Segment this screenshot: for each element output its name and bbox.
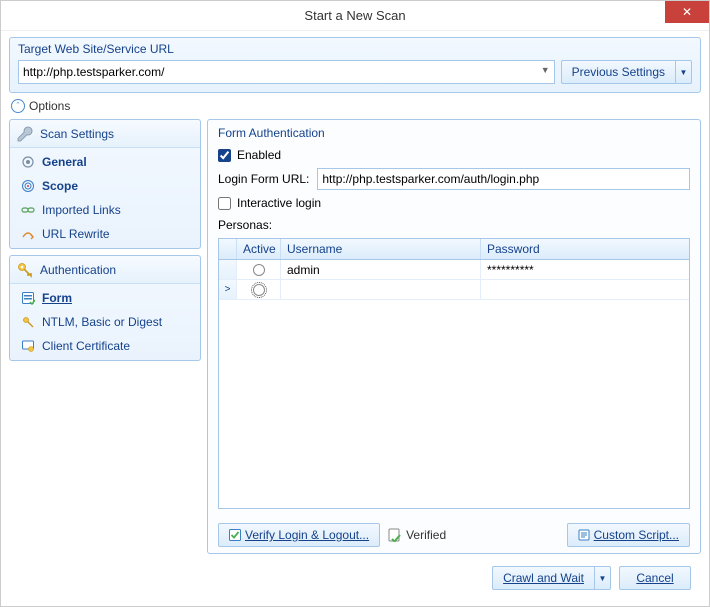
grid-empty-area: [219, 300, 689, 508]
target-label: Target Web Site/Service URL: [10, 38, 700, 60]
crawl-dropdown[interactable]: ▼: [595, 566, 611, 590]
authentication-header: Authentication: [10, 256, 200, 284]
sidebar-item-label: URL Rewrite: [42, 227, 110, 241]
sidebar-item-imported-links[interactable]: Imported Links: [10, 198, 200, 222]
options-toggle[interactable]: ˆ Options: [9, 97, 701, 115]
verified-icon: [388, 528, 402, 542]
verify-login-label: Verify Login & Logout...: [245, 528, 369, 542]
scan-settings-title: Scan Settings: [40, 127, 114, 141]
personas-label: Personas:: [218, 218, 690, 232]
key-small-icon: [20, 314, 36, 330]
previous-settings-button[interactable]: Previous Settings: [561, 60, 676, 84]
scan-settings-panel: Scan Settings General: [9, 119, 201, 249]
interactive-checkbox[interactable]: [218, 197, 231, 210]
sidebar-item-ntlm[interactable]: NTLM, Basic or Digest: [10, 310, 200, 334]
grid-header-username: Username: [281, 239, 481, 259]
form-auth-panel: Form Authentication Enabled Login Form U…: [207, 119, 701, 554]
table-row[interactable]: >: [219, 280, 689, 300]
verified-label: Verified: [406, 528, 446, 542]
sidebar-item-label: General: [42, 155, 87, 169]
collapse-icon[interactable]: ˆ: [11, 99, 25, 113]
sidebar-item-scope[interactable]: Scope: [10, 174, 200, 198]
form-auth-title: Form Authentication: [208, 120, 700, 144]
crawl-and-wait-button[interactable]: Crawl and Wait: [492, 566, 595, 590]
form-icon: [20, 290, 36, 306]
sidebar-item-label: NTLM, Basic or Digest: [42, 315, 162, 329]
row-username-cell[interactable]: admin: [281, 260, 481, 279]
sidebar-item-label: Form: [42, 291, 72, 305]
grid-header-marker: [219, 239, 237, 259]
login-url-label: Login Form URL:: [218, 172, 309, 186]
sidebar-item-client-cert[interactable]: Client Certificate: [10, 334, 200, 358]
crawl-label: Crawl and Wait: [503, 571, 584, 585]
row-password-cell[interactable]: [481, 280, 689, 299]
grid-header: Active Username Password: [219, 239, 689, 260]
row-password-cell[interactable]: **********: [481, 260, 689, 279]
script-icon: [578, 529, 590, 541]
radio-icon[interactable]: [253, 284, 265, 296]
radio-icon[interactable]: [253, 264, 265, 276]
row-username-cell[interactable]: [281, 280, 481, 299]
check-icon: [229, 529, 241, 541]
target-panel: Target Web Site/Service URL http://php.t…: [9, 37, 701, 93]
cancel-button[interactable]: Cancel: [619, 566, 691, 590]
sidebar-item-url-rewrite[interactable]: URL Rewrite: [10, 222, 200, 246]
rewrite-icon: [20, 226, 36, 242]
row-marker: >: [219, 280, 237, 299]
table-row[interactable]: admin **********: [219, 260, 689, 280]
enabled-checkbox[interactable]: [218, 149, 231, 162]
verified-status: Verified: [388, 528, 446, 542]
enabled-label: Enabled: [237, 148, 281, 162]
link-icon: [20, 202, 36, 218]
row-marker: [219, 260, 237, 279]
sidebar-item-label: Scope: [42, 179, 78, 193]
login-url-input[interactable]: [317, 168, 690, 190]
chevron-down-icon[interactable]: ▼: [541, 65, 550, 75]
close-button[interactable]: ✕: [665, 1, 709, 23]
sidebar-item-label: Imported Links: [42, 203, 121, 217]
titlebar: Start a New Scan ✕: [1, 1, 709, 31]
key-icon: [16, 261, 34, 279]
wrench-icon: [16, 125, 34, 143]
cancel-label: Cancel: [636, 571, 673, 585]
close-icon: ✕: [682, 5, 692, 19]
target-icon: [20, 178, 36, 194]
sidebar-item-label: Client Certificate: [42, 339, 130, 353]
interactive-label: Interactive login: [237, 196, 321, 210]
gear-icon: [20, 154, 36, 170]
grid-header-password: Password: [481, 239, 689, 259]
scan-settings-header: Scan Settings: [10, 120, 200, 148]
target-url-input[interactable]: http://php.testsparker.com/ ▼: [18, 60, 555, 84]
window-title: Start a New Scan: [304, 8, 405, 23]
personas-grid: Active Username Password admin *********…: [218, 238, 690, 509]
authentication-title: Authentication: [40, 263, 116, 277]
certificate-icon: [20, 338, 36, 354]
verify-login-button[interactable]: Verify Login & Logout...: [218, 523, 380, 547]
custom-script-label: Custom Script...: [594, 528, 679, 542]
row-active-cell[interactable]: [237, 260, 281, 279]
authentication-panel: Authentication Form: [9, 255, 201, 361]
grid-header-active: Active: [237, 239, 281, 259]
options-label: Options: [29, 99, 70, 113]
previous-settings-dropdown[interactable]: ▼: [676, 60, 692, 84]
previous-settings-label: Previous Settings: [572, 65, 665, 79]
sidebar-item-general[interactable]: General: [10, 150, 200, 174]
sidebar-item-form[interactable]: Form: [10, 286, 200, 310]
custom-script-button[interactable]: Custom Script...: [567, 523, 690, 547]
row-active-cell[interactable]: [237, 280, 281, 299]
target-url-value: http://php.testsparker.com/: [23, 65, 164, 79]
